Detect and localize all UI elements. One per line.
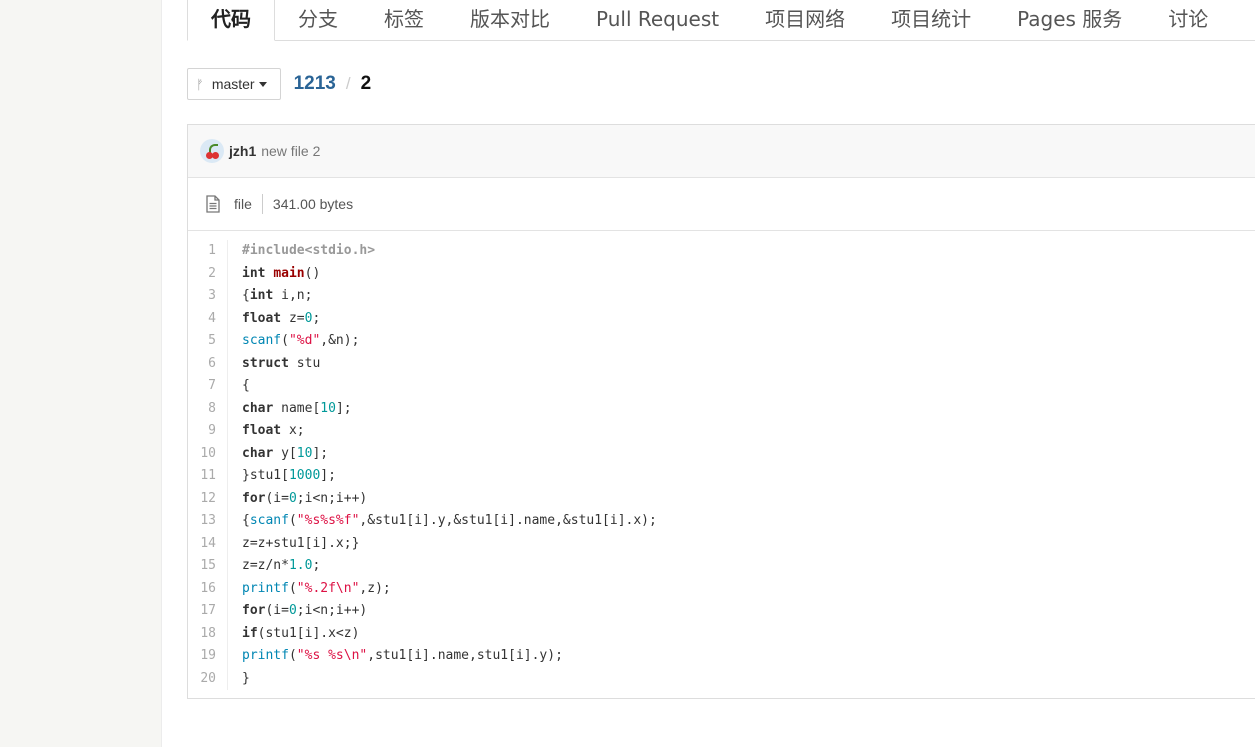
line-number[interactable]: 19 [188,645,216,668]
tab-settings[interactable]: 设 [1231,0,1255,40]
file-info-bar: file 341.00 bytes [188,178,1255,231]
line-number[interactable]: 17 [188,600,216,623]
avatar-cherry-right [212,152,219,159]
line-number[interactable]: 6 [188,353,216,376]
repo-tab-bar: 代码 分支 标签 版本对比 Pull Request 项目网络 项目统计 Pag… [187,0,1255,41]
avatar[interactable] [200,139,224,163]
line-number[interactable]: 12 [188,488,216,511]
line-number[interactable]: 20 [188,668,216,691]
left-sidebar [0,0,162,747]
code-line: float z=0; [242,310,321,326]
path-bar: ᚠ master 1213 / 2 [187,68,371,100]
line-number[interactable]: 18 [188,623,216,646]
code-line: } [242,670,250,686]
code-line: { [242,378,250,393]
line-number[interactable]: 10 [188,443,216,466]
latest-commit-bar: jzh1 new file 2 [188,125,1255,178]
commit-author-link[interactable]: jzh1 [229,143,256,159]
code-line: char y[10]; [242,445,329,461]
tab-discussion[interactable]: 讨论 [1145,0,1231,40]
line-number[interactable]: 8 [188,398,216,421]
commit-message-link[interactable]: new file 2 [261,143,320,159]
tab-stats[interactable]: 项目统计 [868,0,994,40]
line-number[interactable]: 5 [188,330,216,353]
line-number[interactable]: 15 [188,555,216,578]
line-number[interactable]: 1 [188,240,216,263]
code-line: int main() [242,265,321,281]
code-line: printf("%.2f\n",z); [242,580,391,596]
line-number[interactable]: 4 [188,308,216,331]
line-number[interactable]: 13 [188,510,216,533]
tab-code[interactable]: 代码 [187,0,275,41]
info-divider [261,194,263,214]
tab-pull-request[interactable]: Pull Request [573,0,742,40]
line-number[interactable]: 14 [188,533,216,556]
breadcrumb-repo-link[interactable]: 1213 [294,73,336,95]
branch-name: master [211,76,255,92]
file-type-label: file [234,196,252,212]
code-line: printf("%s %s\n",stu1[i].name,stu1[i].y)… [242,648,563,663]
line-number[interactable]: 11 [188,465,216,488]
tab-pages[interactable]: Pages 服务 [994,0,1145,40]
tab-network[interactable]: 项目网络 [742,0,868,40]
code-line: #include<stdio.h> [242,243,376,258]
code-line: {scanf("%s%s%f",&stu1[i].y,&stu1[i].name… [242,513,657,528]
line-number-gutter: 1 2 3 4 5 6 7 8 9 10 11 12 13 14 15 16 17 18 19 20 [188,240,228,690]
line-number[interactable]: 2 [188,263,216,286]
code-line: for(i=0;i<n;i++) [242,490,368,506]
line-number[interactable]: 7 [188,375,216,398]
branch-icon: ᚠ [196,76,204,92]
code-line: z=z/n*1.0; [242,558,321,573]
code-view: 1 2 3 4 5 6 7 8 9 10 11 12 13 14 15 16 17 18 19 20 #include… [188,231,1255,690]
code-line: z=z+stu1[i].x;} [242,535,360,551]
breadcrumb-file: 2 [360,73,372,94]
tab-tags[interactable]: 标签 [361,0,447,40]
file-viewer: jzh1 new file 2 file 341.00 bytes 123456… [187,124,1255,699]
code-line: {int i,n; [242,288,313,303]
code-line: struct stu [242,355,321,371]
caret-down-icon [258,81,267,87]
branch-selector-button[interactable]: ᚠ master [187,68,281,100]
code-line: for(i=0;i<n;i++) [242,603,368,618]
line-number[interactable]: 3 [188,285,216,308]
file-size-label: 341.00 bytes [272,196,354,212]
code-line: scanf("%d",&n); [242,333,360,348]
breadcrumb-separator: / [345,74,351,93]
code-line: char name[10]; [242,400,352,416]
line-number[interactable]: 16 [188,578,216,601]
code-content: #include<stdio.h> int main() {int i,n; floa… [228,240,657,690]
code-line: if(stu1[i].x<z) [242,625,360,641]
code-line: float x; [242,423,305,438]
tab-compare[interactable]: 版本对比 [447,0,573,40]
file-icon [206,195,220,213]
tab-branches[interactable]: 分支 [275,0,361,40]
code-line: }stu1[1000]; [242,468,336,483]
line-number[interactable]: 9 [188,420,216,443]
